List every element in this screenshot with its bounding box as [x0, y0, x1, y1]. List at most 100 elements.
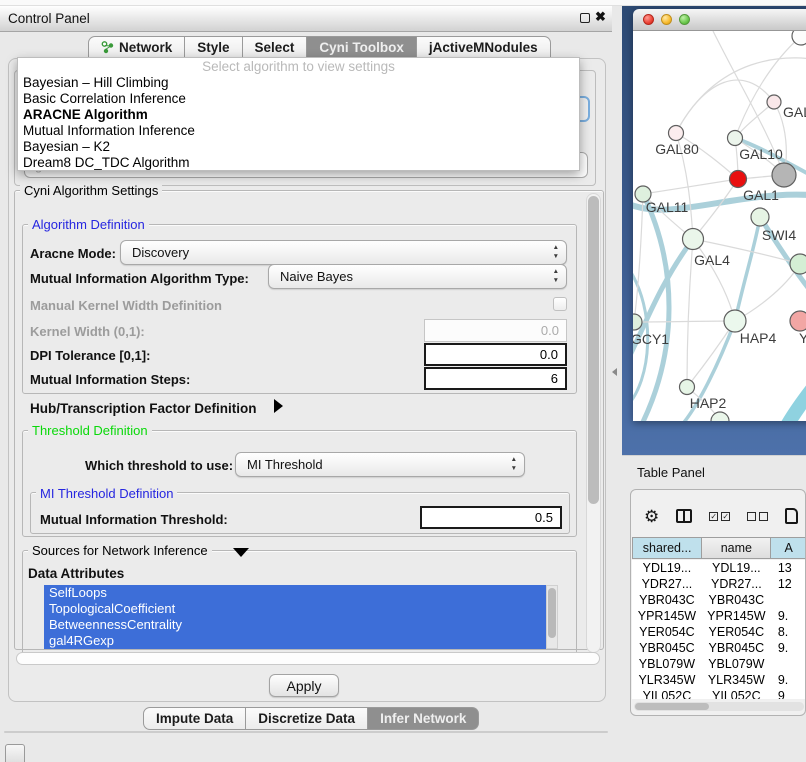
control-panel-header: Control Panel [0, 6, 612, 32]
table-row[interactable]: YER054CYER054C8. [632, 624, 806, 640]
network-node[interactable] [680, 380, 695, 395]
gear-icon[interactable]: ⚙ [644, 508, 659, 525]
control-panel-title: Control Panel [0, 11, 90, 26]
tab-network[interactable]: Network [88, 36, 185, 58]
mi-threshold-definition-title: MI Threshold Definition [36, 486, 177, 501]
select-all-checkboxes-icon[interactable]: ✓✓ [709, 512, 730, 521]
network-node[interactable] [772, 163, 796, 187]
tab-style[interactable]: Style [185, 36, 242, 58]
attribute-list-item[interactable]: gal4RGexp [44, 633, 546, 649]
network-node[interactable] [711, 412, 729, 421]
split-columns-icon[interactable] [676, 509, 692, 523]
data-attributes-list[interactable]: SelfLoopsTopologicalCoefficientBetweenne… [44, 585, 546, 649]
kernel-width-field[interactable]: 0.0 [424, 319, 567, 342]
cyni-algorithm-settings-title: Cyni Algorithm Settings [20, 183, 162, 198]
attribute-list-item[interactable]: TopologicalCoefficient [44, 601, 546, 617]
table-row[interactable]: YIL052CYIL052C9 [632, 688, 806, 699]
table-cell: YDL19... [702, 560, 771, 576]
attribute-list-item[interactable]: SelfLoops [44, 585, 546, 601]
node-label: GAL [783, 104, 806, 120]
table-row[interactable]: YBR045CYBR045C9. [632, 640, 806, 656]
float-window-icon[interactable] [580, 13, 590, 23]
tab-jactivemnodules[interactable]: jActiveMNodules [417, 36, 551, 58]
algorithm-option[interactable]: Basic Correlation Inference [18, 91, 579, 107]
zoom-traffic-light-icon[interactable] [679, 14, 690, 25]
expand-right-icon[interactable] [274, 399, 283, 413]
panel-splitter-arrow-icon[interactable] [612, 368, 617, 376]
which-threshold-combo[interactable]: MI Threshold ▲▼ [235, 452, 525, 477]
network-node-labels: GALGAL80GAL10GAL1GAL11SWI4GAL4GCY1HAP4YH… [633, 104, 806, 411]
close-icon[interactable]: ✖ [595, 9, 606, 25]
table-cell: YDR27... [702, 576, 771, 592]
kernel-width-label: Kernel Width (0,1): [30, 324, 145, 339]
collapse-down-icon[interactable] [233, 548, 249, 557]
table-row[interactable]: YPR145WYPR145W9. [632, 608, 806, 624]
tab-impute-data[interactable]: Impute Data [143, 707, 246, 730]
network-window[interactable]: GALGAL80GAL10GAL1GAL11SWI4GAL4GCY1HAP4YH… [633, 9, 806, 421]
network-node[interactable] [751, 208, 769, 226]
table-row[interactable]: YBR043CYBR043C [632, 592, 806, 608]
algorithm-dropdown-prompt: Select algorithm to view settings [18, 58, 579, 75]
tab-label: Network [119, 40, 172, 55]
network-node[interactable] [683, 229, 704, 250]
mi-threshold-field[interactable]: 0.5 [420, 506, 562, 529]
network-node[interactable] [790, 311, 806, 331]
spinner-arrows-icon: ▲▼ [511, 455, 517, 473]
algorithm-option[interactable]: Dream8 DC_TDC Algorithm [18, 155, 579, 171]
algorithm-option[interactable]: Bayesian – Hill Climbing [18, 75, 579, 91]
table-cell: 9 [771, 688, 806, 699]
node-label: Y [799, 330, 806, 346]
attribute-list-item[interactable]: BetweennessCentrality [44, 617, 546, 633]
mi-steps-field[interactable]: 6 [424, 367, 567, 390]
algorithm-option[interactable]: Bayesian – K2 [18, 139, 579, 155]
dpi-tolerance-field[interactable]: 0.0 [424, 343, 567, 366]
algorithm-option[interactable]: ARACNE Algorithm [18, 107, 579, 123]
mi-steps-label: Mutual Information Steps: [30, 372, 190, 387]
tab-discretize-data[interactable]: Discretize Data [246, 707, 368, 730]
network-node[interactable] [730, 171, 747, 188]
table-cell [771, 592, 806, 608]
hub-section-label[interactable]: Hub/Transcription Factor Definition [30, 401, 257, 416]
mi-type-combo[interactable]: Naive Bayes ▲▼ [268, 264, 567, 289]
table-panel-title: Table Panel [622, 465, 705, 480]
settings-scrollbar-thumb[interactable] [588, 196, 599, 504]
table-cell: YBL079W [632, 656, 702, 672]
table-row[interactable]: YDL19...YDL19...13 [632, 560, 806, 576]
mini-panel-button[interactable] [5, 744, 25, 762]
table-cell: YBL079W [702, 656, 771, 672]
table-row[interactable]: YDR27...YDR27...12 [632, 576, 806, 592]
network-node[interactable] [669, 126, 684, 141]
network-node[interactable] [728, 131, 743, 146]
spinner-arrows-icon: ▲▼ [553, 243, 559, 261]
tab-label: Style [197, 40, 229, 55]
mi-threshold-label: Mutual Information Threshold: [40, 512, 228, 527]
network-canvas[interactable]: GALGAL80GAL10GAL1GAL11SWI4GAL4GCY1HAP4YH… [633, 31, 806, 421]
horizontal-scrollbar[interactable] [16, 652, 600, 665]
column-header-name[interactable]: name [702, 537, 771, 559]
apply-button[interactable]: Apply [269, 674, 339, 697]
close-traffic-light-icon[interactable] [643, 14, 654, 25]
aracne-mode-combo[interactable]: Discovery ▲▼ [120, 240, 567, 265]
network-node[interactable] [790, 254, 806, 274]
threshold-definition-title: Threshold Definition [28, 423, 152, 438]
table-row[interactable]: YBL079WYBL079W [632, 656, 806, 672]
network-edges-gray [634, 31, 806, 421]
document-icon[interactable] [785, 508, 798, 524]
network-window-titlebar[interactable] [633, 9, 806, 31]
network-node[interactable] [724, 310, 746, 332]
column-header-shared[interactable]: shared... [632, 537, 702, 559]
tab-infer-network[interactable]: Infer Network [368, 707, 479, 730]
table-horizontal-scrollbar-thumb[interactable] [635, 703, 709, 710]
table-cell: YIL052C [702, 688, 771, 699]
attributes-scrollbar-thumb[interactable] [548, 588, 556, 638]
spinner-arrows-icon: ▲▼ [553, 267, 559, 285]
table-row[interactable]: YLR345WYLR345W9. [632, 672, 806, 688]
algorithm-option[interactable]: Mutual Information Inference [18, 123, 579, 139]
tab-cyni-toolbox[interactable]: Cyni Toolbox [307, 36, 417, 58]
manual-kernel-checkbox[interactable] [553, 297, 567, 311]
column-header-A[interactable]: A [771, 537, 806, 559]
tab-select[interactable]: Select [243, 36, 308, 58]
deselect-all-checkboxes-icon[interactable] [747, 512, 768, 521]
network-node[interactable] [767, 95, 781, 109]
minimize-traffic-light-icon[interactable] [661, 14, 672, 25]
